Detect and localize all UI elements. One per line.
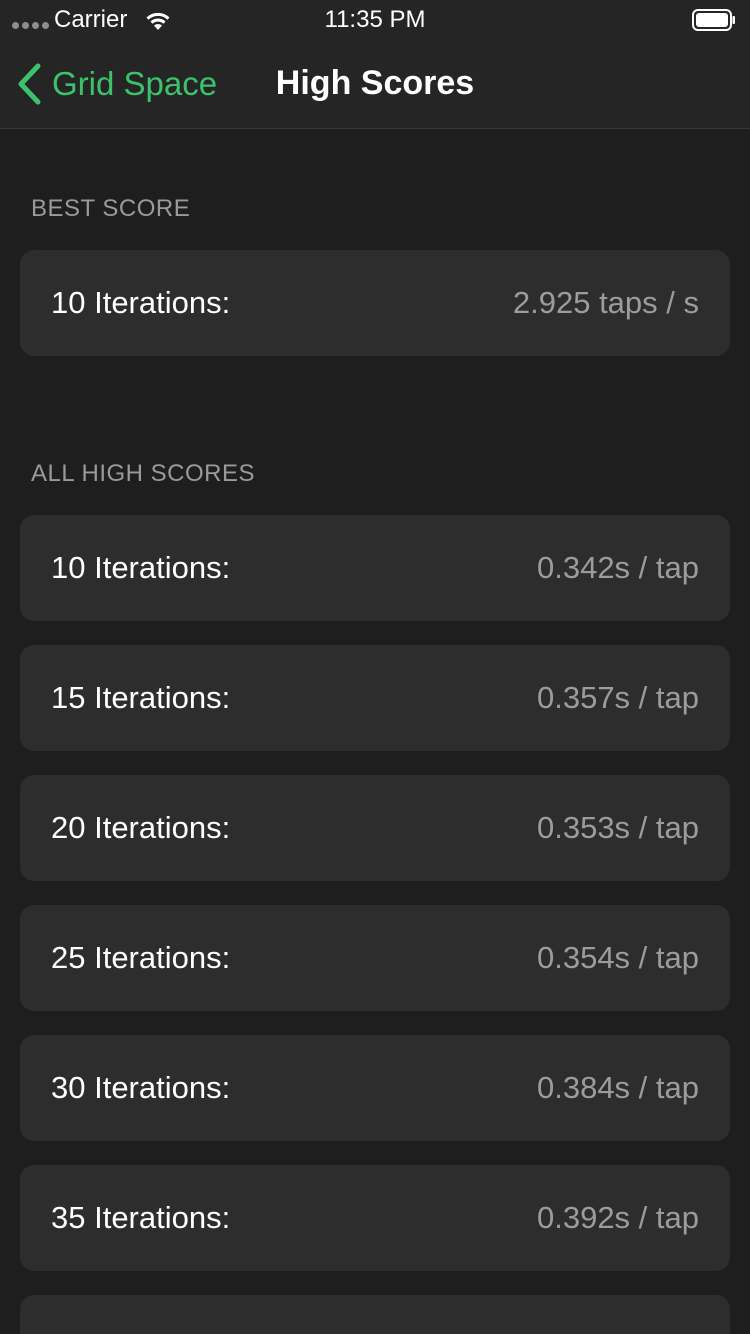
best-score-row: 10 Iterations: 2.925 taps / s <box>20 250 730 356</box>
high-score-row: 35 Iterations: 0.392s / tap <box>20 1165 730 1271</box>
high-score-row: 25 Iterations: 0.354s / tap <box>20 905 730 1011</box>
score-value: 0.384s / tap <box>536 1070 699 1105</box>
high-scores-screen: Carrier 11:35 PM Grid Space High Scores … <box>0 0 750 1334</box>
score-label: 35 Iterations: <box>51 1200 231 1235</box>
score-value: 2.925 taps / s <box>512 285 699 320</box>
score-label: 20 Iterations: <box>51 810 231 845</box>
status-time: 11:35 PM <box>324 6 426 33</box>
high-score-row-partial <box>20 1295 730 1334</box>
status-bar: Carrier 11:35 PM <box>0 0 750 40</box>
score-label: 30 Iterations: <box>51 1070 231 1105</box>
score-value: 0.353s / tap <box>536 810 699 845</box>
high-score-row: 15 Iterations: 0.357s / tap <box>20 645 730 751</box>
high-score-row: 30 Iterations: 0.384s / tap <box>20 1035 730 1141</box>
page-title: High Scores <box>275 64 475 102</box>
score-value: 0.342s / tap <box>536 550 699 585</box>
high-score-row: 10 Iterations: 0.342s / tap <box>20 515 730 621</box>
score-value: 0.392s / tap <box>536 1200 699 1235</box>
best-score-header: BEST SCORE <box>31 195 191 222</box>
score-label: 25 Iterations: <box>51 940 231 975</box>
score-label: 10 Iterations: <box>51 550 231 585</box>
all-high-scores-header: ALL HIGH SCORES <box>31 460 256 487</box>
high-score-row: 20 Iterations: 0.353s / tap <box>20 775 730 881</box>
navigation-bar: Grid Space High Scores <box>0 40 750 129</box>
score-label: 15 Iterations: <box>51 680 231 715</box>
score-value: 0.357s / tap <box>536 680 699 715</box>
score-label: 10 Iterations: <box>51 285 231 320</box>
score-value: 0.354s / tap <box>536 940 699 975</box>
battery-icon <box>692 9 735 31</box>
